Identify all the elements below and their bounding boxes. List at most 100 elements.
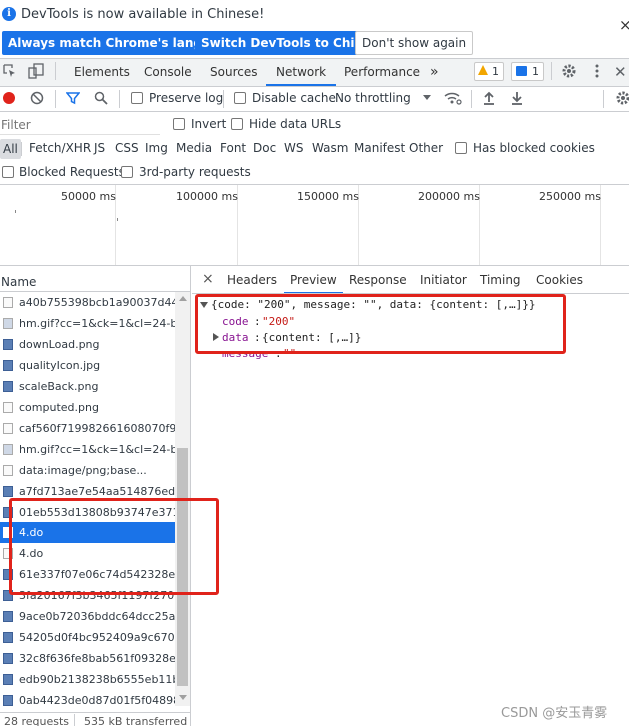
request-name: computed.png bbox=[19, 400, 99, 414]
annotation-box-requests bbox=[9, 498, 219, 595]
request-row[interactable]: downLoad.png bbox=[0, 334, 175, 355]
tab-elements[interactable]: Elements bbox=[74, 58, 130, 86]
request-name: qualityIcon.jpg bbox=[19, 358, 101, 372]
scroll-up-arrow-icon[interactable] bbox=[179, 296, 187, 301]
document-file-icon bbox=[3, 422, 13, 434]
panel-tab-initiator[interactable]: Initiator bbox=[420, 270, 467, 294]
close-panel-button[interactable]: × bbox=[202, 271, 214, 287]
request-row[interactable]: a40b755398bcb1a90037d44b bbox=[0, 292, 175, 313]
record-icon[interactable] bbox=[3, 92, 15, 104]
type-filter-font[interactable]: Font bbox=[220, 141, 246, 155]
device-toolbar-icon[interactable] bbox=[28, 63, 44, 79]
blocked-requests-label: Blocked Requests bbox=[19, 165, 125, 179]
tab-performance[interactable]: Performance bbox=[344, 58, 420, 86]
messages-badge[interactable]: 1 bbox=[511, 62, 544, 81]
import-har-icon[interactable] bbox=[482, 90, 496, 106]
settings-gear-icon[interactable] bbox=[561, 63, 577, 79]
image-file-icon bbox=[3, 338, 13, 350]
close-devtools-icon[interactable]: ✕ bbox=[614, 63, 627, 81]
preserve-log-checkbox[interactable] bbox=[131, 92, 143, 104]
timeline-tick: 200000 ms bbox=[418, 190, 480, 203]
request-name: 0ab4423de0d87d01f5f04898f bbox=[19, 694, 175, 708]
tab-console[interactable]: Console bbox=[144, 58, 192, 86]
network-conditions-wifi-icon[interactable] bbox=[444, 90, 462, 106]
request-row[interactable]: hm.gif?cc=1&ck=1&cl=24-bi bbox=[0, 439, 175, 460]
panel-tab-response[interactable]: Response bbox=[349, 270, 407, 294]
request-name: 54205d0f4bc952409a9c67042 bbox=[19, 631, 175, 645]
dont-show-again-button[interactable]: Don't show again bbox=[355, 31, 474, 55]
name-column-header[interactable]: Name bbox=[1, 275, 36, 289]
document-file-icon bbox=[3, 401, 13, 413]
hide-data-urls-checkbox[interactable] bbox=[231, 118, 243, 130]
image-file-icon bbox=[3, 380, 13, 392]
request-name: a40b755398bcb1a90037d44b bbox=[19, 296, 175, 309]
type-filter-all[interactable]: All bbox=[0, 139, 21, 159]
warning-icon bbox=[478, 65, 488, 75]
disable-cache-checkbox[interactable] bbox=[234, 92, 246, 104]
panel-tab-preview[interactable]: Preview bbox=[284, 270, 343, 294]
request-row[interactable]: hm.gif?cc=1&ck=1&cl=24-bi bbox=[0, 313, 175, 334]
request-row[interactable]: qualityIcon.jpg bbox=[0, 355, 175, 376]
type-filter-css[interactable]: CSS bbox=[115, 141, 139, 155]
tab-network[interactable]: Network bbox=[266, 58, 337, 86]
type-filter-wasm[interactable]: Wasm bbox=[312, 141, 348, 155]
request-name: 32c8f636fe8bab561f09328e7 bbox=[19, 652, 175, 666]
panel-tab-headers[interactable]: Headers bbox=[227, 270, 277, 294]
scroll-down-arrow-icon[interactable] bbox=[179, 695, 187, 700]
tab-sources[interactable]: Sources bbox=[210, 58, 257, 86]
clear-icon[interactable] bbox=[30, 91, 44, 105]
type-filter-fetch-xhr[interactable]: Fetch/XHR bbox=[29, 141, 91, 155]
has-blocked-cookies-checkbox[interactable] bbox=[455, 142, 467, 154]
timeline-tick: 100000 ms bbox=[176, 190, 238, 203]
third-party-requests-label: 3rd-party requests bbox=[139, 165, 251, 179]
blocked-requests-checkbox[interactable] bbox=[2, 166, 14, 178]
timeline-tick: 50000 ms bbox=[61, 190, 116, 203]
request-row[interactable]: scaleBack.png bbox=[0, 376, 175, 397]
close-infobar-button[interactable]: × bbox=[619, 18, 629, 33]
status-request-count: 28 requests bbox=[4, 715, 70, 726]
messages-count: 1 bbox=[532, 65, 539, 78]
throttling-select[interactable]: No throttling bbox=[335, 91, 411, 105]
network-settings-gear-icon[interactable] bbox=[615, 90, 629, 106]
image-file-icon bbox=[3, 485, 13, 497]
type-filter-manifest[interactable]: Manifest bbox=[354, 141, 405, 155]
request-row[interactable]: computed.png bbox=[0, 397, 175, 418]
request-row[interactable]: 9ace0b72036bddc64dcc25a7 bbox=[0, 606, 175, 627]
preserve-log-label: Preserve log bbox=[149, 91, 224, 105]
inspect-element-icon[interactable] bbox=[3, 64, 17, 78]
more-tabs-icon[interactable]: » bbox=[430, 58, 439, 86]
request-row[interactable]: 32c8f636fe8bab561f09328e7 bbox=[0, 648, 175, 669]
type-filter-doc[interactable]: Doc bbox=[253, 141, 276, 155]
type-filter-js[interactable]: JS bbox=[94, 141, 105, 155]
image-file-icon bbox=[3, 359, 13, 371]
type-filter-ws[interactable]: WS bbox=[284, 141, 303, 155]
filter-funnel-icon[interactable] bbox=[65, 91, 81, 105]
request-row[interactable]: edb90b2138238b6555eb11b4 bbox=[0, 669, 175, 690]
customize-menu-icon[interactable] bbox=[594, 63, 600, 79]
type-filter-img[interactable]: Img bbox=[145, 141, 168, 155]
type-filter-media[interactable]: Media bbox=[176, 141, 212, 155]
chevron-down-icon[interactable] bbox=[423, 95, 431, 100]
invert-label: Invert bbox=[191, 117, 227, 131]
request-name: hm.gif?cc=1&ck=1&cl=24-bi bbox=[19, 316, 175, 330]
request-row[interactable]: 54205d0f4bc952409a9c67042 bbox=[0, 627, 175, 648]
invert-checkbox[interactable] bbox=[173, 118, 185, 130]
panel-tab-timing[interactable]: Timing bbox=[480, 270, 521, 294]
warnings-badge[interactable]: 1 bbox=[474, 62, 504, 81]
search-icon[interactable] bbox=[94, 91, 108, 105]
document-file-icon bbox=[3, 297, 13, 308]
filter-input[interactable] bbox=[0, 115, 160, 135]
message-icon bbox=[516, 66, 527, 76]
request-row[interactable]: caf560f719982661608070f96 bbox=[0, 418, 175, 439]
request-row[interactable]: 0ab4423de0d87d01f5f04898f bbox=[0, 690, 175, 711]
panel-tab-cookies[interactable]: Cookies bbox=[536, 270, 583, 294]
gif-file-icon bbox=[3, 443, 13, 455]
export-har-icon[interactable] bbox=[510, 90, 524, 106]
request-name: scaleBack.png bbox=[19, 379, 99, 393]
infobar-message: DevTools is now available in Chinese! bbox=[21, 7, 265, 22]
third-party-requests-checkbox[interactable] bbox=[121, 166, 133, 178]
has-blocked-cookies-label: Has blocked cookies bbox=[473, 141, 595, 155]
type-filter-other[interactable]: Other bbox=[409, 141, 443, 155]
request-row[interactable]: data:image/png;base... bbox=[0, 460, 175, 481]
image-file-icon bbox=[3, 653, 13, 665]
